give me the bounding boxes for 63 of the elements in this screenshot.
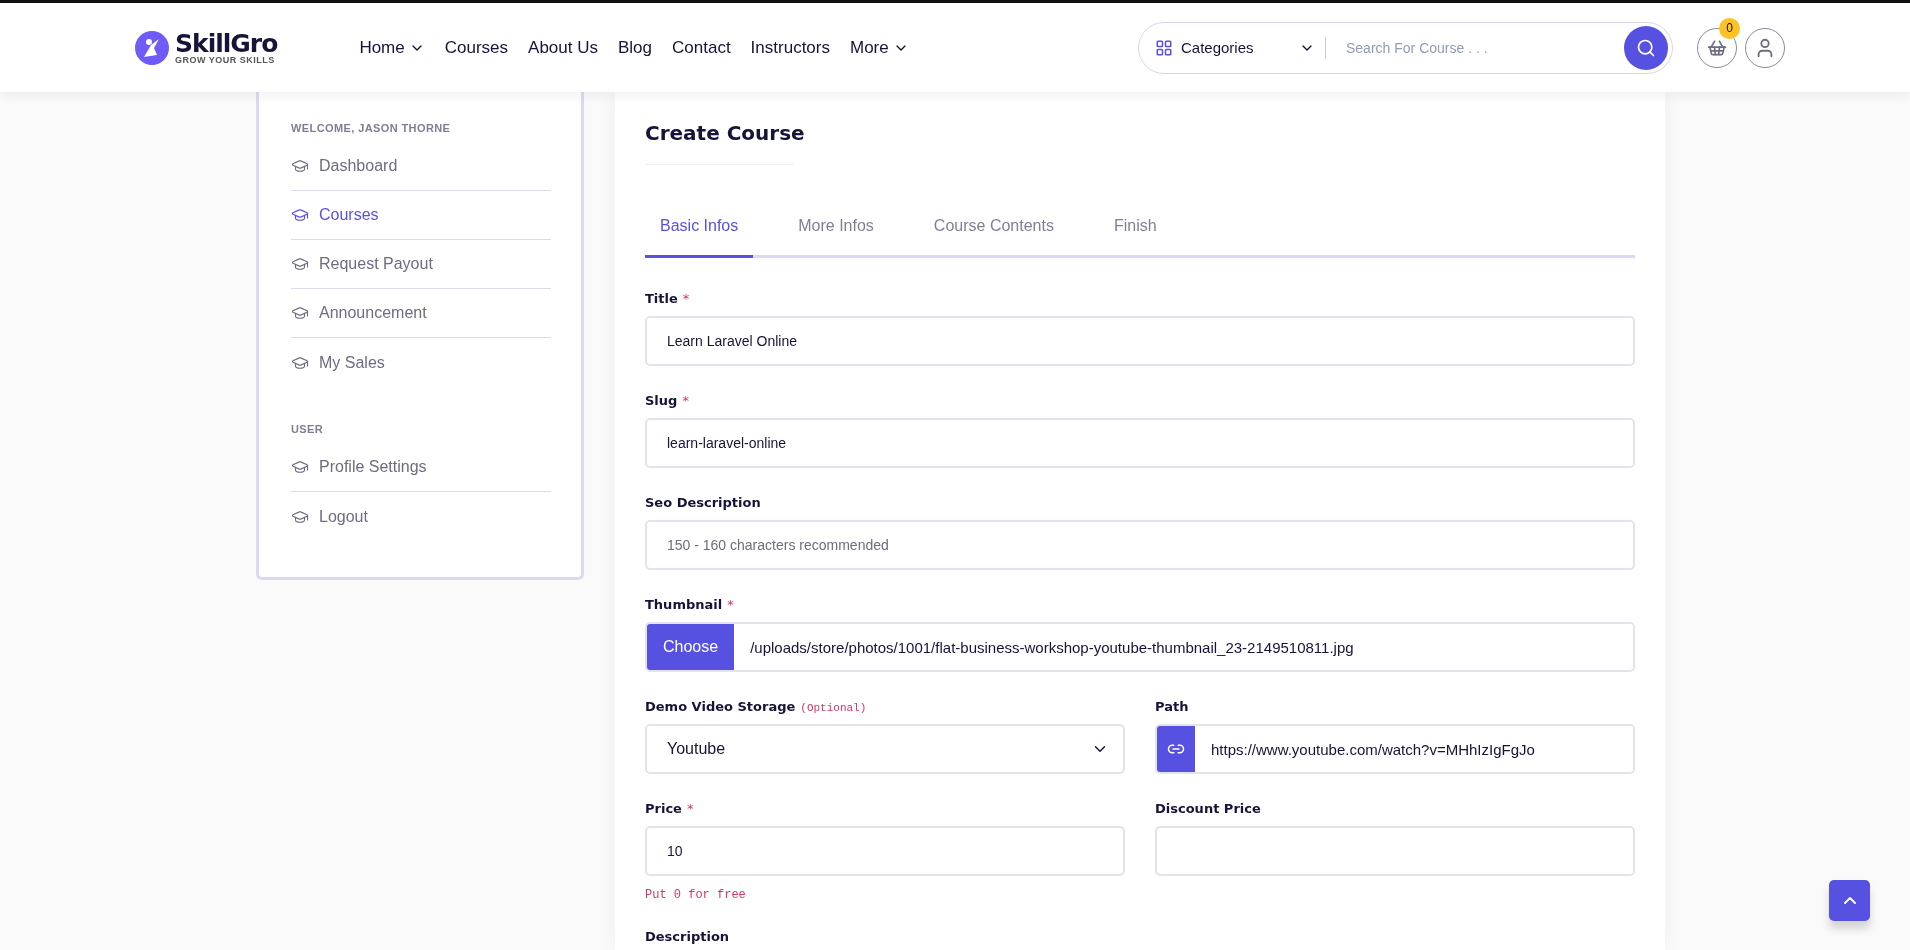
text-input[interactable]: 150 - 160 characters recommended (645, 520, 1635, 570)
nav-link[interactable]: Contact (672, 37, 731, 58)
link-icon-button[interactable] (1157, 726, 1195, 772)
graduation-cap-icon (291, 206, 309, 224)
sidebar-item[interactable]: Logout (291, 492, 551, 541)
nav-link[interactable]: More (849, 37, 909, 58)
nav-link[interactable]: Blog (618, 37, 652, 58)
nav-link[interactable]: Courses (444, 37, 509, 58)
storage-select[interactable]: Youtube (645, 724, 1125, 774)
text-input[interactable]: learn-laravel-online (645, 418, 1635, 468)
sidebar-heading: WELCOME, JASON THORNE (291, 122, 452, 134)
required-mark: * (727, 597, 734, 612)
help-text: Put 0 for free (645, 888, 747, 902)
tab[interactable]: More Infos (783, 217, 889, 258)
user-button[interactable] (1745, 27, 1785, 68)
required-mark: * (682, 393, 689, 408)
sidebar-item[interactable]: Profile Settings (291, 443, 551, 492)
sidebar-item[interactable]: Request Payout (291, 240, 551, 289)
graduation-cap-icon (291, 304, 309, 322)
graduation-cap-icon (291, 458, 309, 476)
file-field[interactable]: Choose /uploads/store/photos/1001/flat-business-workshop-youtube-thumbnail_23-2149510811.jpg (645, 622, 1635, 672)
required-mark: * (682, 291, 690, 306)
field-label: Title (645, 291, 678, 306)
field-label: Demo Video Storage (645, 699, 796, 714)
tab[interactable]: Course Contents (918, 217, 1069, 258)
search-button[interactable] (1624, 25, 1668, 70)
tab[interactable]: Finish (1098, 217, 1172, 258)
choose-button[interactable]: Choose (647, 624, 735, 670)
scroll-top-button[interactable] (1829, 880, 1870, 921)
logo-icon (135, 30, 169, 65)
text-input[interactable]: Learn Laravel Online (645, 316, 1635, 366)
nav-link[interactable]: About Us (528, 37, 598, 58)
field-label: Seo Description (645, 495, 761, 510)
sidebar-heading: USER (291, 423, 325, 435)
logo-tagline: GROW YOUR SKILLS (175, 55, 276, 65)
field-label: Discount Price (1155, 801, 1261, 816)
categories-dropdown[interactable]: Categories (1155, 38, 1315, 57)
basket-icon (1707, 37, 1727, 58)
tab[interactable]: Basic Infos (645, 217, 754, 258)
sidebar-item[interactable]: Courses (291, 191, 551, 240)
text-input[interactable]: 10 (645, 826, 1125, 876)
graduation-cap-icon (291, 157, 309, 175)
grid-icon (1155, 38, 1173, 57)
graduation-cap-icon (291, 255, 309, 273)
chevron-up-icon (1843, 897, 1856, 904)
search-icon (1636, 37, 1656, 58)
optional-note: (Optional) (800, 702, 867, 714)
path-field[interactable]: https://www.youtube.com/watch?v=MHhIzIgFgJo (1155, 724, 1635, 774)
field-label: Price (645, 801, 682, 816)
nav-link[interactable]: Home (359, 37, 425, 58)
sidebar-item[interactable]: Announcement (291, 289, 551, 338)
field-label: Thumbnail (645, 597, 723, 612)
logo-name: SkillGro (175, 30, 278, 56)
nav-link[interactable]: Instructors (750, 37, 830, 58)
field-label: Path (1155, 699, 1189, 714)
page-title: Create Course (645, 120, 805, 146)
sidebar-item[interactable]: Dashboard (291, 142, 551, 191)
cart-count-badge: 0 (1719, 17, 1740, 39)
text-input[interactable] (1155, 826, 1635, 876)
sidebar-item[interactable]: My Sales (291, 338, 551, 387)
field-label: Slug (645, 393, 678, 408)
field-label: Description (645, 929, 730, 944)
required-mark: * (686, 801, 694, 816)
